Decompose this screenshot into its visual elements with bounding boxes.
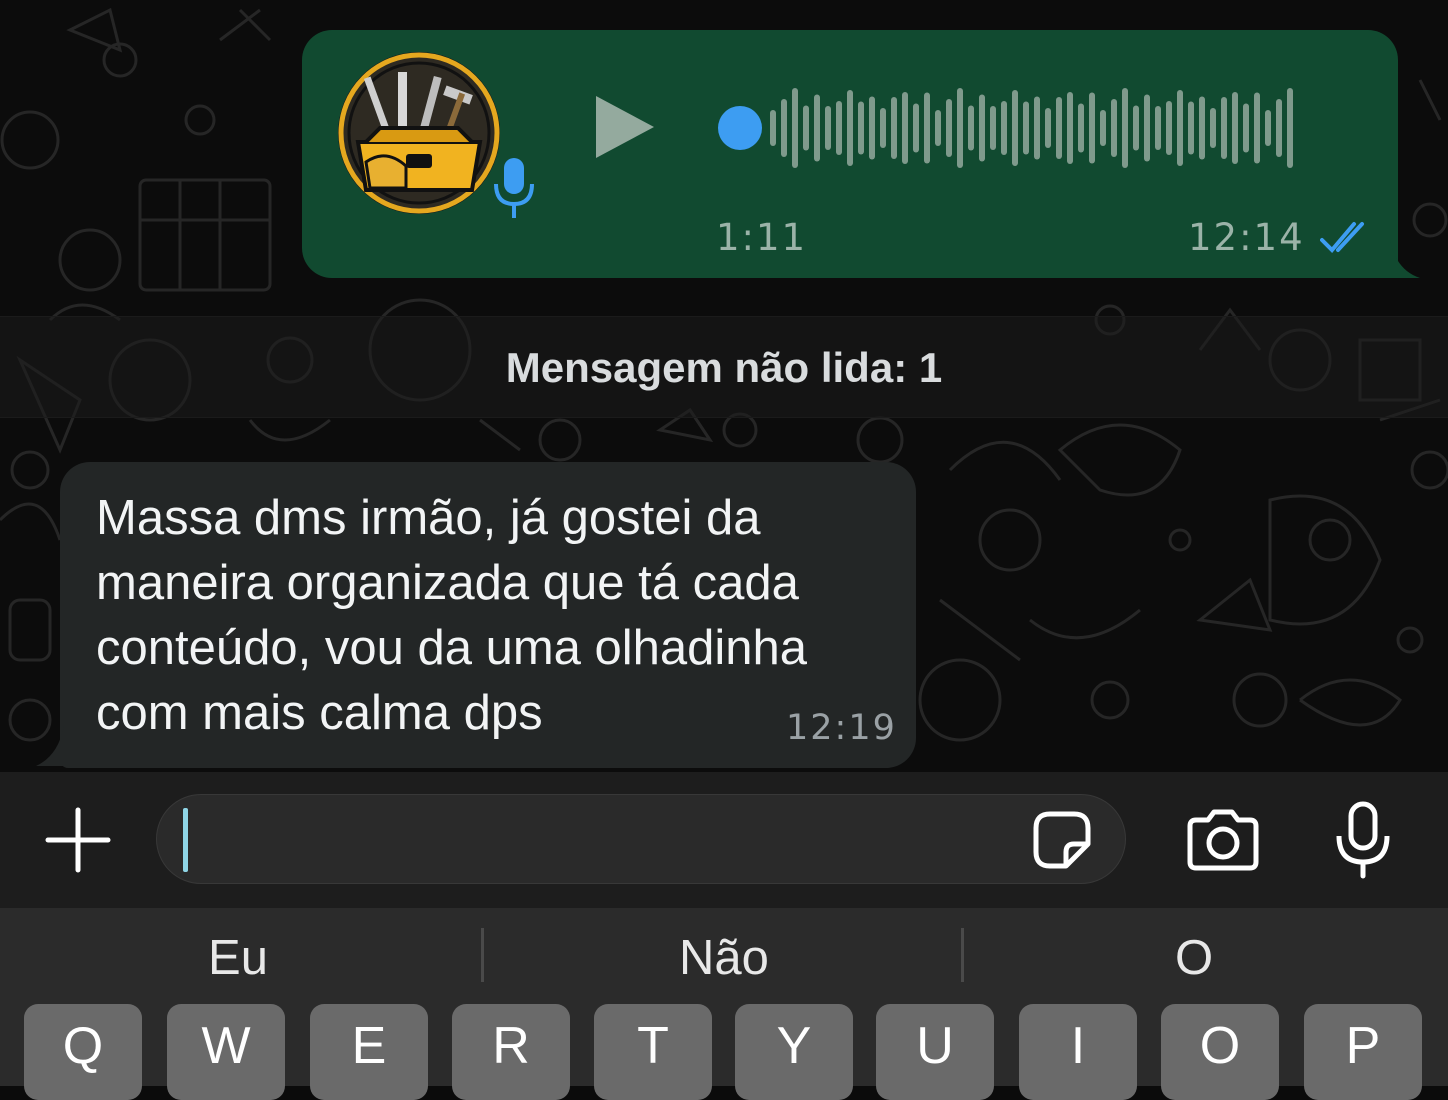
waveform-bar [1199, 96, 1205, 160]
waveform-bar [1221, 97, 1227, 159]
waveform-bar [946, 99, 952, 157]
waveform-bar [1001, 101, 1007, 155]
waveform-bar [924, 92, 930, 164]
toolbox-avatar-icon[interactable] [336, 50, 502, 216]
waveform-bar [836, 101, 842, 155]
text-caret [183, 808, 188, 872]
waveform-bar [1287, 88, 1293, 168]
waveform-bar [1034, 96, 1040, 160]
waveform-bar [825, 106, 831, 150]
suggestion-nao[interactable]: Não [624, 930, 824, 986]
waveform-bar [792, 88, 798, 168]
bubble-tail [1376, 240, 1420, 278]
waveform-bar [968, 105, 974, 151]
play-icon[interactable] [592, 94, 656, 160]
waveform-bar [880, 108, 886, 148]
suggestion-o[interactable]: O [1094, 930, 1294, 986]
microphone-icon[interactable] [1334, 800, 1392, 880]
waveform-bar [990, 106, 996, 150]
voice-waveform[interactable] [712, 80, 1312, 176]
waveform-bar [1100, 110, 1106, 146]
voice-duration: 1:11 [716, 216, 808, 259]
waveform-bar [1265, 110, 1271, 146]
waveform-bar [1122, 88, 1128, 168]
waveform-bar [1232, 92, 1238, 164]
waveform-bar [1155, 106, 1161, 150]
voice-message-time: 12:14 [1188, 216, 1305, 259]
waveform-bar [913, 103, 919, 153]
message-input[interactable] [156, 794, 1126, 884]
waveform-bar [814, 94, 820, 162]
waveform-bar [1188, 101, 1194, 155]
waveform-bar [770, 110, 776, 146]
double-check-read-icon [1320, 222, 1364, 253]
waveform-bar [1166, 101, 1172, 155]
waveform-bar [1023, 101, 1029, 155]
waveform-bar [803, 105, 809, 151]
waveform-bar [1210, 108, 1216, 148]
waveform-bar [1243, 103, 1249, 153]
waveform-bar [1012, 90, 1018, 166]
waveform-bar [957, 88, 963, 168]
waveform-bar [858, 101, 864, 155]
waveform-bar [1089, 92, 1095, 164]
waveform-bar [1045, 108, 1051, 148]
waveform-bar [1111, 99, 1117, 157]
microphone-badge-icon [494, 158, 534, 218]
suggestion-divider [481, 928, 484, 982]
waveform-bar [902, 92, 908, 164]
message-time: 12:19 [786, 708, 897, 748]
waveform-bar [1056, 97, 1062, 159]
waveform-bar [1144, 94, 1150, 162]
waveform-bar [869, 96, 875, 160]
bubble-tail [36, 726, 76, 766]
suggestion-eu[interactable]: Eu [138, 930, 338, 986]
camera-icon[interactable] [1184, 808, 1262, 872]
suggestion-divider [961, 928, 964, 982]
unread-count-label: Mensagem não lida: 1 [505, 344, 943, 391]
waveform-bar [935, 110, 941, 146]
waveform-bar [891, 97, 897, 159]
waveform-bar [979, 94, 985, 162]
waveform-bar [781, 99, 787, 157]
waveform-bar [1067, 92, 1073, 164]
waveform-bar [1177, 90, 1183, 166]
message-body: Massa dms irmão, já gostei da maneira or… [96, 491, 808, 740]
waveform-bar [1133, 105, 1139, 151]
sticker-icon[interactable] [1030, 808, 1094, 872]
waveform-bar [847, 90, 853, 166]
playback-knob[interactable] [718, 106, 762, 150]
waveform-bar [1276, 99, 1282, 157]
plus-icon[interactable] [42, 804, 114, 876]
waveform-bar [1254, 92, 1260, 164]
waveform-bar [1078, 103, 1084, 153]
